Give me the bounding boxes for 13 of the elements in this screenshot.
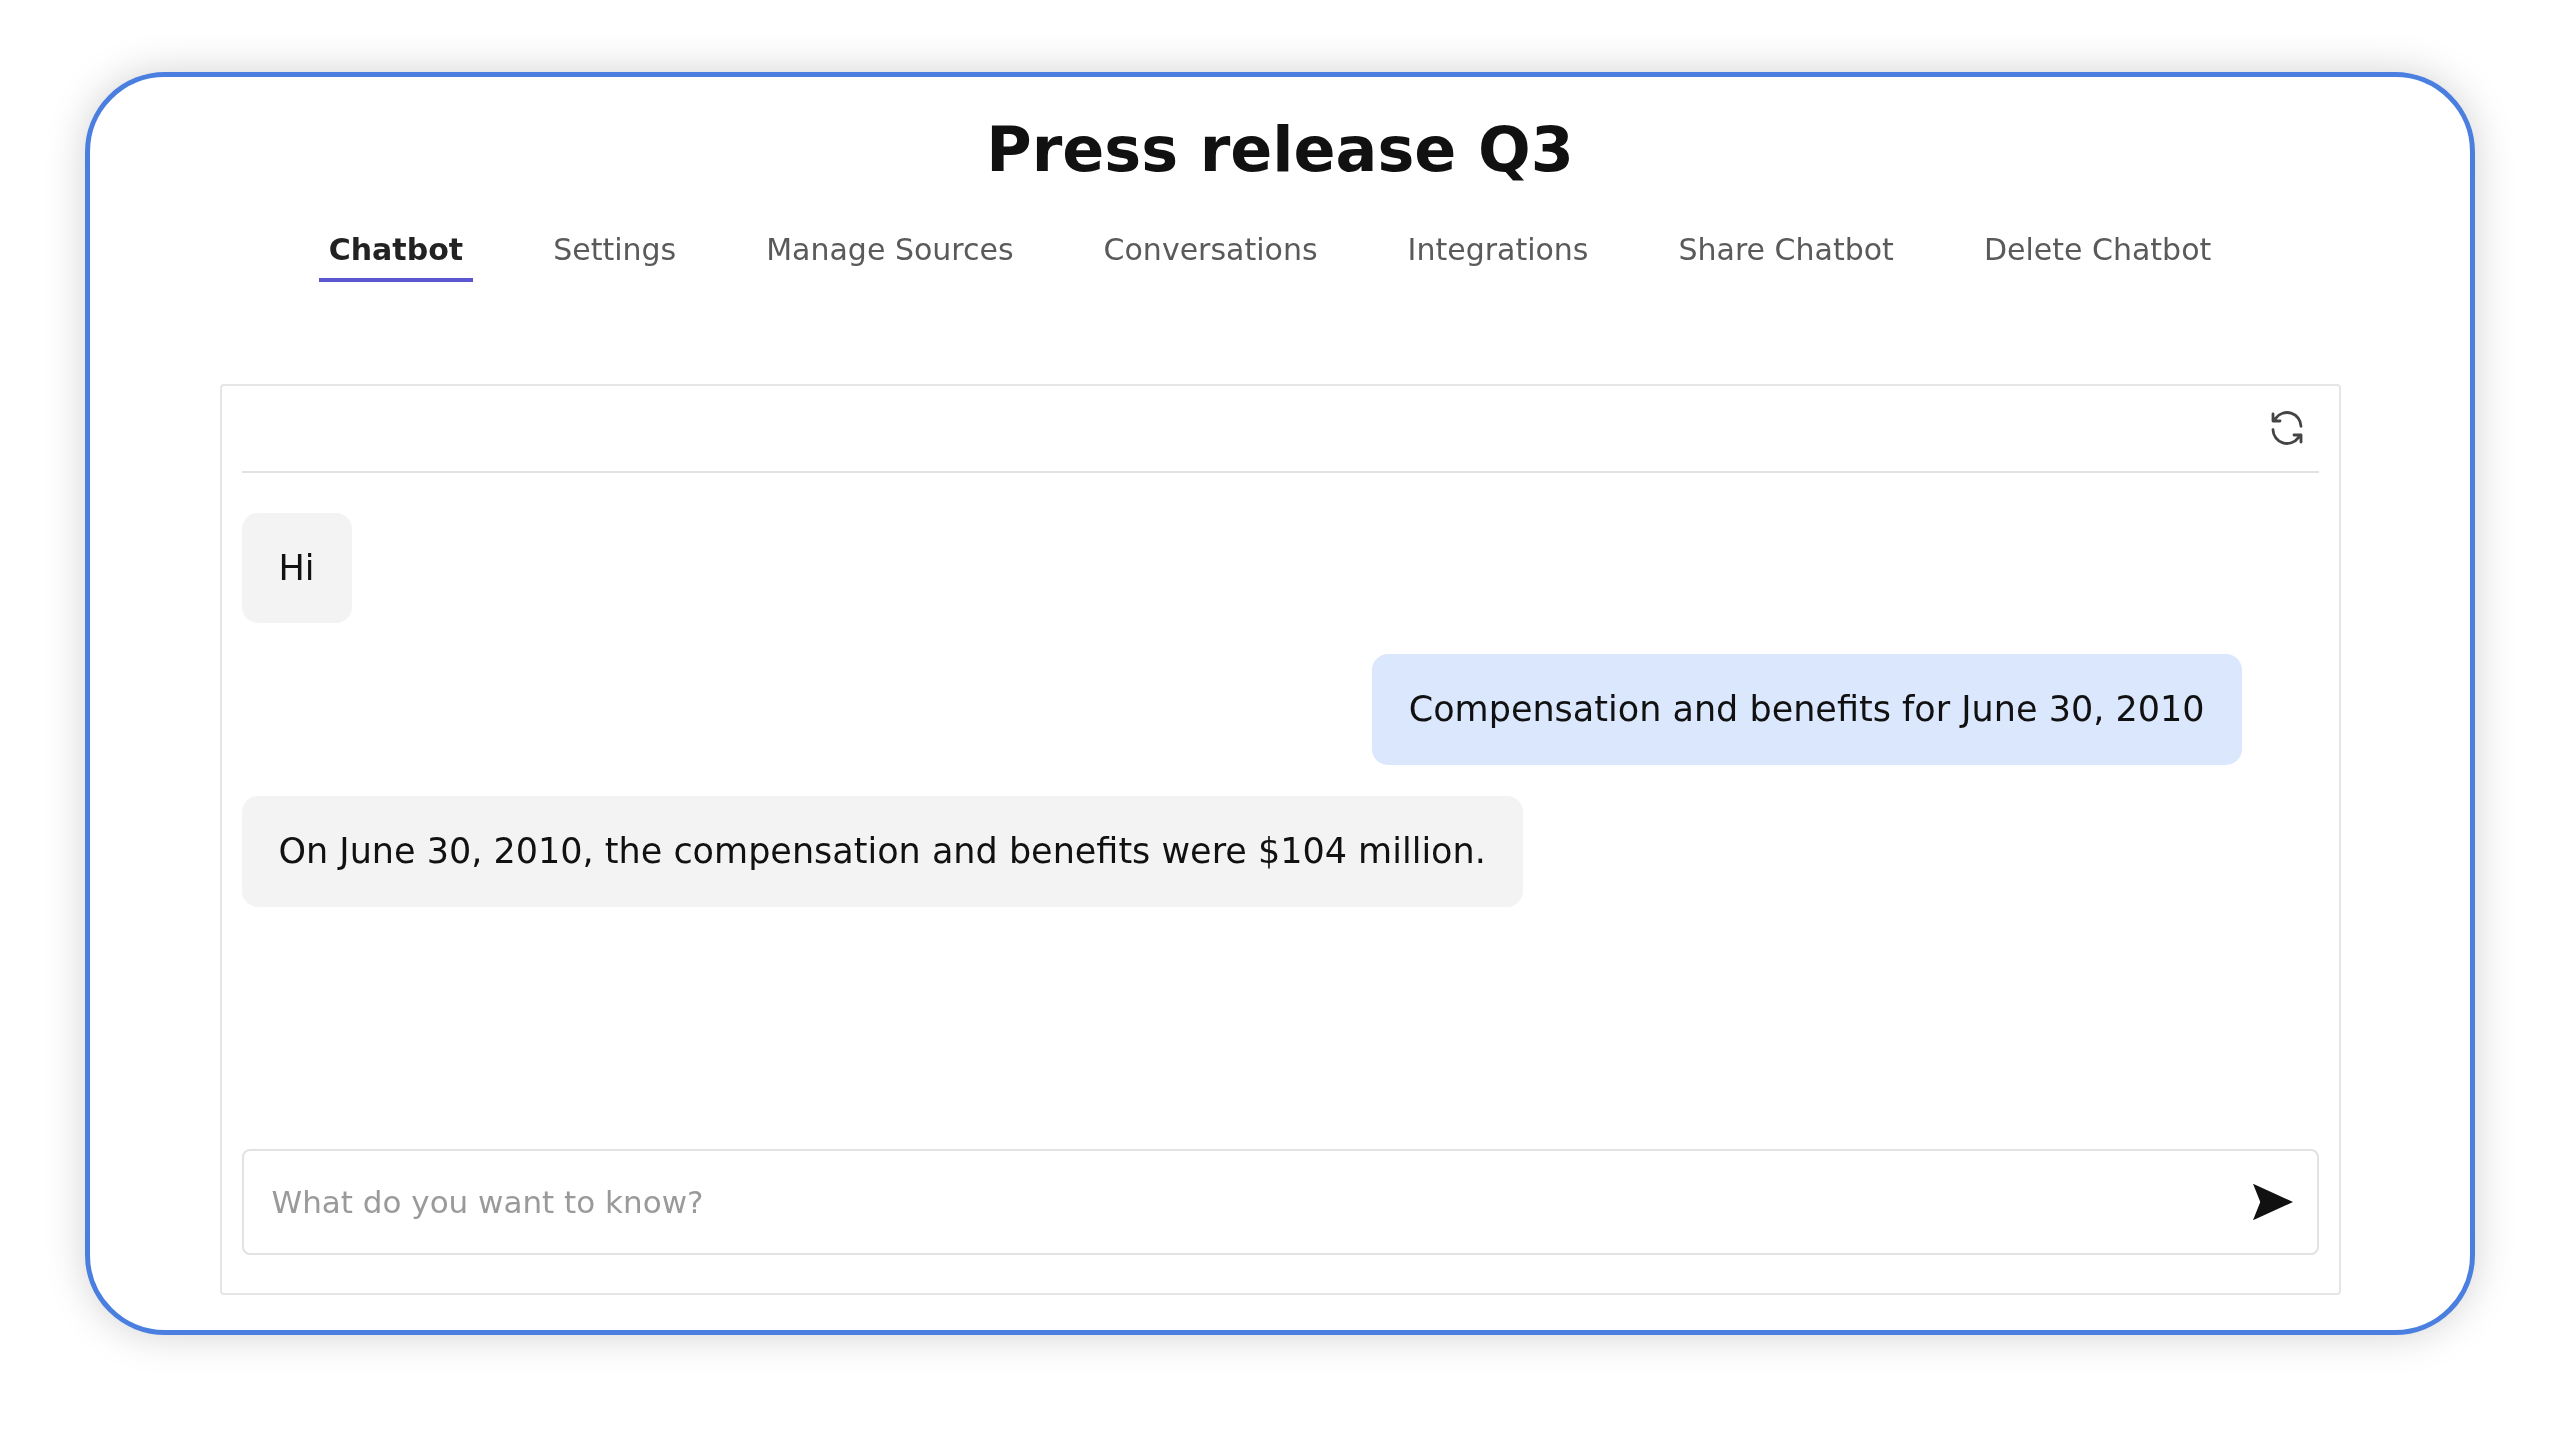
tab[interactable]: Manage Sources xyxy=(756,226,1024,282)
send-icon xyxy=(2250,1181,2295,1222)
page-title: Press release Q3 xyxy=(986,112,1574,188)
tab[interactable]: Share Chatbot xyxy=(1668,226,1904,282)
tab[interactable]: Integrations xyxy=(1397,226,1599,282)
tab[interactable]: Conversations xyxy=(1093,226,1328,282)
bot-message: Hi xyxy=(241,512,352,624)
bot-message: On June 30, 2010, the compensation and benefits were $104 million. xyxy=(241,796,1523,907)
tab[interactable]: Delete Chatbot xyxy=(1973,226,2222,282)
message-input[interactable]: What do you want to know? xyxy=(241,1148,2319,1255)
tab[interactable]: Chatbot xyxy=(318,226,474,282)
user-message: Compensation and benefits for June 30, 2010 xyxy=(1371,654,2242,765)
tab[interactable]: Settings xyxy=(543,226,687,282)
